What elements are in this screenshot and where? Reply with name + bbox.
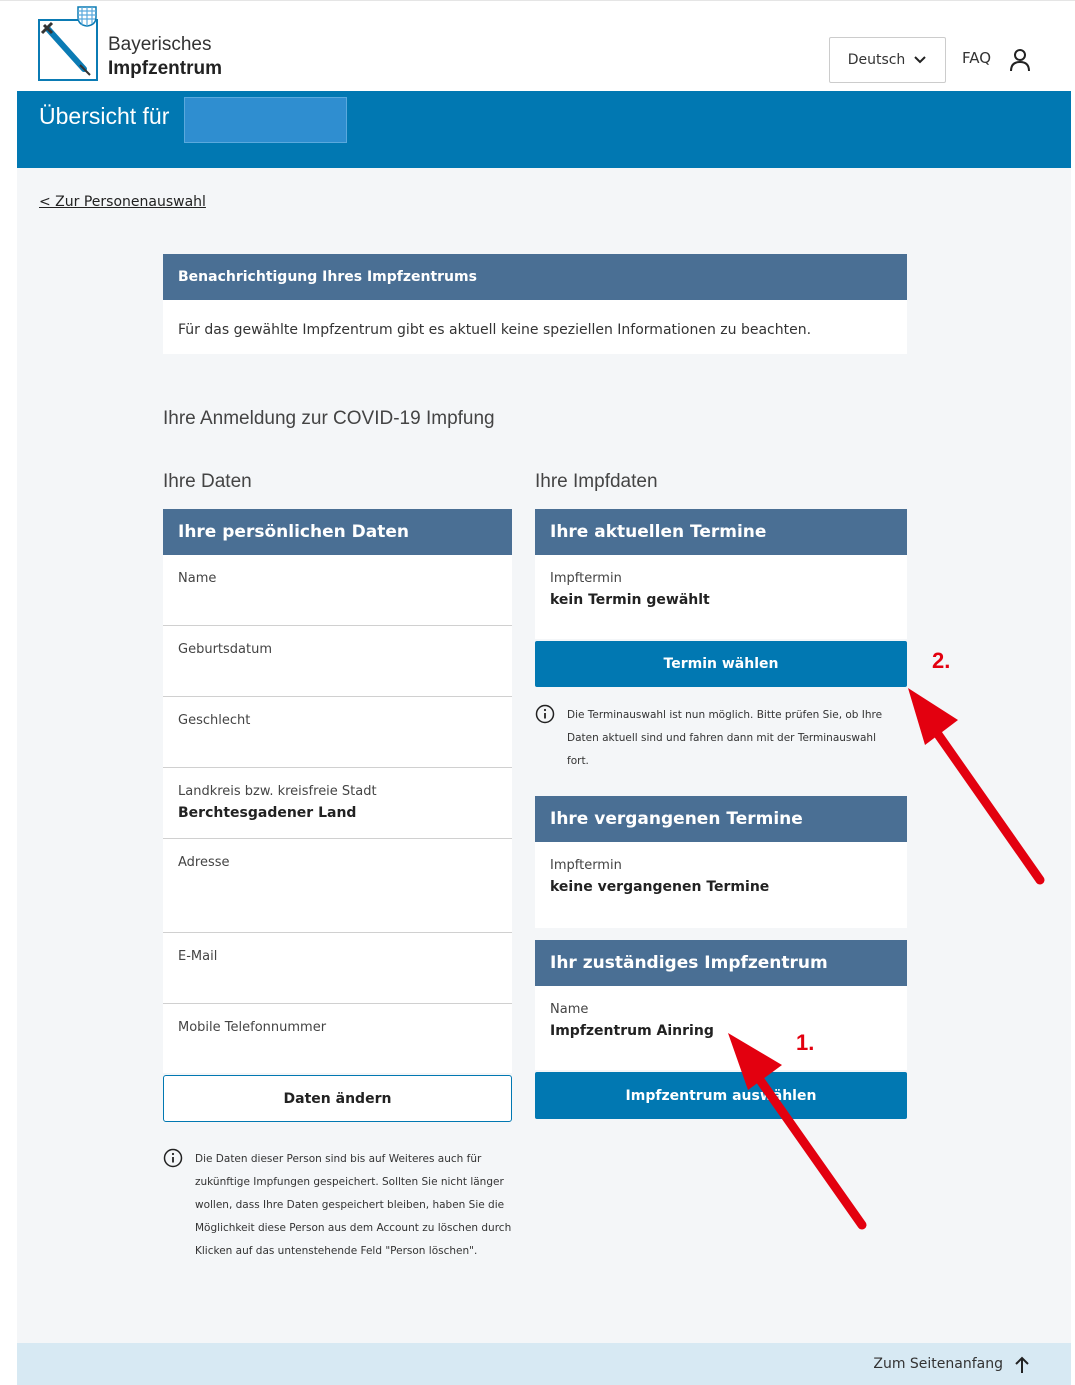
back-to-top-link[interactable]: Zum Seitenanfang xyxy=(873,1356,1003,1372)
personal-row-phone: Mobile Telefonnummer xyxy=(163,1004,512,1073)
row-label: Impftermin xyxy=(550,571,622,586)
current-appointment-row: Impftermin kein Termin gewählt xyxy=(535,555,907,639)
past-appointments-title: Ihre vergangenen Termine xyxy=(535,796,907,842)
row-value: Impfzentrum Ainring xyxy=(550,1023,714,1039)
personal-data-panel: Ihre persönlichen Daten Name Geburtsdatu… xyxy=(163,509,512,1073)
info-line: Die Daten dieser Person sind bis auf Wei… xyxy=(195,1153,482,1165)
footer: Zum Seitenanfang xyxy=(17,1343,1071,1385)
past-appointment-row: Impftermin keine vergangenen Termine xyxy=(535,842,907,928)
row-label: Name xyxy=(178,571,217,586)
edit-data-button[interactable]: Daten ändern xyxy=(163,1075,512,1122)
language-select-label: Deutsch xyxy=(847,52,906,68)
page-banner: Übersicht für xyxy=(17,91,1071,168)
personal-row-name: Name xyxy=(163,555,512,626)
info-line: Daten aktuell sind und fahren dann mit d… xyxy=(567,732,876,744)
vaccination-center-title: Ihr zuständiges Impfzentrum xyxy=(535,940,907,986)
info-line: fort. xyxy=(567,755,589,767)
annotation-step2: 2. xyxy=(932,648,951,673)
user-icon[interactable] xyxy=(1008,47,1032,73)
row-label: Adresse xyxy=(178,855,230,870)
info-line: wollen, dass Ihre Daten gespeichert blei… xyxy=(195,1199,505,1211)
notice-body: Für das gewählte Impfzentrum gibt es akt… xyxy=(178,322,812,338)
past-appointments-panel: Ihre vergangenen Termine Impftermin kein… xyxy=(535,796,907,928)
registration-title: Ihre Anmeldung zur COVID-19 Impfung xyxy=(163,408,495,429)
logo-box xyxy=(38,19,98,81)
top-bar: Bayerisches Impfzentrum Deutsch FAQ xyxy=(0,0,1075,91)
choose-appointment-button[interactable]: Termin wählen xyxy=(535,641,907,687)
personal-data-title: Ihre persönlichen Daten xyxy=(163,509,512,555)
personal-row-district: Landkreis bzw. kreisfreie Stadt Berchtes… xyxy=(163,768,512,839)
language-select[interactable]: Deutsch xyxy=(829,37,946,83)
logo-text-line1: Bayerisches xyxy=(108,34,212,55)
notice-title: Benachrichtigung Ihres Impfzentrums xyxy=(163,254,907,300)
annotation-step1: 1. xyxy=(796,1030,815,1055)
redacted-name xyxy=(184,97,347,143)
row-label: Impftermin xyxy=(550,858,622,873)
current-appointments-title: Ihre aktuellen Termine xyxy=(535,509,907,555)
info-icon xyxy=(163,1148,183,1168)
back-to-person-selection-link[interactable]: < Zur Personenauswahl xyxy=(39,194,206,210)
arrow-up-icon[interactable] xyxy=(1013,1355,1031,1375)
row-value: keine vergangenen Termine xyxy=(550,879,770,895)
row-label: Landkreis bzw. kreisfreie Stadt xyxy=(178,784,377,799)
faq-link[interactable]: FAQ xyxy=(962,49,991,67)
info-line: zukünftige Impfungen gespeichert. Sollte… xyxy=(195,1176,504,1188)
personal-column-title: Ihre Daten xyxy=(163,471,252,492)
page-title: Übersicht für xyxy=(39,103,170,129)
row-label: Geburtsdatum xyxy=(178,642,272,657)
vaccination-center-row: Name Impfzentrum Ainring xyxy=(535,986,907,1070)
choose-vaccination-center-button[interactable]: Impfzentrum auswählen xyxy=(535,1072,907,1119)
info-text: Die Terminauswahl ist nun möglich. Bitte… xyxy=(567,704,882,773)
row-label: Mobile Telefonnummer xyxy=(178,1020,327,1035)
bavaria-crest-icon xyxy=(77,6,97,27)
vaccination-center-panel: Ihr zuständiges Impfzentrum Name Impfzen… xyxy=(535,940,907,1070)
logo[interactable]: Bayerisches Impfzentrum xyxy=(38,5,222,85)
syringe-icon xyxy=(40,21,91,76)
data-storage-info: Die Daten dieser Person sind bis auf Wei… xyxy=(163,1148,533,1263)
row-label: Geschlecht xyxy=(178,713,251,728)
personal-row-gender: Geschlecht xyxy=(163,697,512,768)
info-line: Die Terminauswahl ist nun möglich. Bitte… xyxy=(567,709,883,721)
appointment-selection-info: Die Terminauswahl ist nun möglich. Bitte… xyxy=(535,704,907,773)
row-label: E-Mail xyxy=(178,949,218,964)
row-label: Name xyxy=(550,1002,589,1017)
main-content: < Zur Personenauswahl Benachrichtigung I… xyxy=(17,168,1071,1343)
chevron-down-icon xyxy=(914,56,927,64)
row-value: Berchtesgadener Land xyxy=(178,805,357,821)
vaccination-column-title: Ihre Impfdaten xyxy=(535,471,658,492)
info-text: Die Daten dieser Person sind bis auf Wei… xyxy=(195,1148,511,1263)
current-appointments-panel: Ihre aktuellen Termine Impftermin kein T… xyxy=(535,509,907,639)
notice-panel: Benachrichtigung Ihres Impfzentrums Für … xyxy=(163,254,907,354)
personal-row-birthdate: Geburtsdatum xyxy=(163,626,512,697)
info-icon xyxy=(535,704,555,724)
personal-row-email: E-Mail xyxy=(163,933,512,1004)
row-value: kein Termin gewählt xyxy=(550,592,710,608)
personal-row-address: Adresse xyxy=(163,839,512,933)
info-line: Klicken auf das untenstehende Feld "Pers… xyxy=(195,1245,478,1257)
logo-text-line2: Impfzentrum xyxy=(108,58,222,79)
info-line: Möglichkeit diese Person aus dem Account… xyxy=(195,1222,512,1234)
